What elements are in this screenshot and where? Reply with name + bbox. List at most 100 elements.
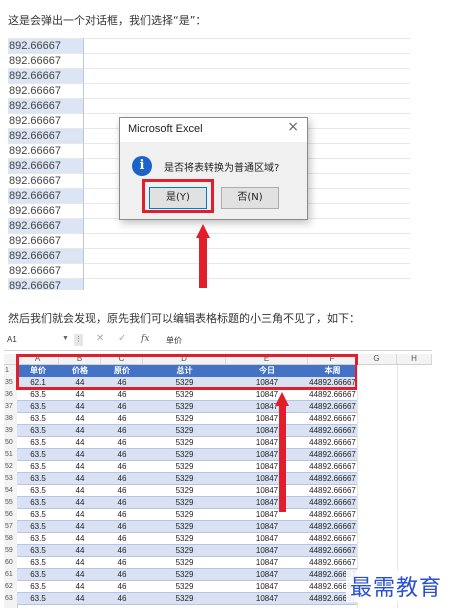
row-header[interactable]: 55 [4,497,17,509]
table-cell[interactable]: 63.5 [17,581,59,592]
table-cell[interactable]: 5329 [143,461,226,472]
row-header[interactable]: 38 [4,413,17,425]
table-row[interactable]: 63.5 44 46 5329 10847 44892.66667 [17,581,357,593]
table-row[interactable]: 63.5 44 46 5329 10847 44892.66667 [17,509,357,521]
table-cell[interactable]: 10847 [226,425,308,436]
column-header-h[interactable]: H [397,354,432,364]
table-cell[interactable]: 63.5 [17,533,59,544]
table-row[interactable]: 63.5 44 46 5329 10847 44892.66667 [17,557,357,569]
table-cell[interactable]: 44892.66667 [308,521,357,532]
table-cell[interactable]: 10847 [226,461,308,472]
table-cell[interactable]: 44 [59,497,101,508]
row-header[interactable]: 52 [4,461,17,473]
table-cell[interactable]: 46 [101,413,143,424]
table-cell[interactable]: 46 [101,593,143,604]
table-cell[interactable]: 46 [101,449,143,460]
table-cell[interactable]: 46 [101,437,143,448]
table-cell[interactable]: 5329 [143,497,226,508]
row-header[interactable]: 37 [4,401,17,413]
table-row[interactable]: 63.5 44 46 5329 10847 44892.66667 [17,389,357,401]
table-cell[interactable]: 10847 [226,569,308,580]
table-cell[interactable]: 10847 [226,521,308,532]
table-row[interactable]: 63.5 44 46 5329 10847 44892.66667 [17,497,357,509]
table-cell[interactable]: 10847 [226,533,308,544]
table-cell[interactable]: 5329 [143,401,226,412]
table-cell[interactable]: 63.5 [17,521,59,532]
table-cell[interactable]: 44892.66667 [308,461,357,472]
table-cell[interactable]: 10847 [226,509,308,520]
table-cell[interactable]: 44 [59,533,101,544]
table-cell[interactable]: 44 [59,449,101,460]
table-cell[interactable]: 63.5 [17,437,59,448]
table-row[interactable]: 63.5 44 46 5329 10847 44892.66667 [17,593,357,605]
table-cell[interactable]: 10847 [226,581,308,592]
table-cell[interactable]: 44892.66667 [308,413,357,424]
row-header[interactable]: 36 [4,389,17,401]
row-header[interactable]: 63 [4,593,17,605]
table-cell[interactable]: 63.5 [17,485,59,496]
table-cell[interactable]: 5329 [143,437,226,448]
no-button[interactable]: 否(N) [221,187,279,209]
table-cell[interactable]: 44892.66667 [308,545,357,556]
table-cell[interactable]: 44892.66667 [308,449,357,460]
table-cell[interactable]: 44 [59,461,101,472]
table-cell[interactable]: 46 [101,497,143,508]
table-cell[interactable]: 44892.66667 [308,401,357,412]
table-cell[interactable]: 44 [59,521,101,532]
table-row[interactable]: 63.5 44 46 5329 10847 44892.66667 [17,425,357,437]
table-cell[interactable]: 46 [101,581,143,592]
table-cell[interactable]: 5329 [143,449,226,460]
table-cell[interactable]: 63.5 [17,497,59,508]
table-row[interactable]: 63.5 44 46 5329 10847 44892.66667 [17,437,357,449]
cancel-icon[interactable]: ✕ [96,333,104,344]
row-header[interactable]: 57 [4,521,17,533]
table-cell[interactable]: 44892.66667 [308,509,357,520]
table-cell[interactable]: 44 [59,389,101,400]
table-cell[interactable]: 46 [101,461,143,472]
table-cell[interactable]: 63.5 [17,509,59,520]
close-icon[interactable]: × [287,119,299,135]
table-cell[interactable]: 44 [59,545,101,556]
table-cell[interactable]: 44 [59,401,101,412]
row-header[interactable]: 56 [4,509,17,521]
table-cell[interactable]: 63.5 [17,557,59,568]
table-cell[interactable]: 63.5 [17,425,59,436]
row-header[interactable]: 51 [4,449,17,461]
column-header-g[interactable]: G [357,354,397,364]
table-cell[interactable]: 44 [59,593,101,604]
row-header[interactable]: 61 [4,569,17,581]
table-cell[interactable]: 44892.66667 [308,557,357,568]
table-cell[interactable]: 44 [59,557,101,568]
table-cell[interactable]: 63.5 [17,449,59,460]
chevron-down-icon[interactable]: ▼ [62,335,69,342]
formula-input[interactable]: 单价 [166,335,182,346]
table-cell[interactable]: 5329 [143,509,226,520]
table-cell[interactable]: 44 [59,485,101,496]
table-cell[interactable]: 10847 [226,545,308,556]
table-cell[interactable]: 46 [101,473,143,484]
table-cell[interactable]: 5329 [143,569,226,580]
table-cell[interactable]: 44892.66667 [308,533,357,544]
table-cell[interactable]: 46 [101,533,143,544]
table-cell[interactable]: 44892.66667 [308,485,357,496]
table-cell[interactable]: 44892.66667 [308,389,357,400]
table-cell[interactable]: 10847 [226,413,308,424]
table-row[interactable]: 63.5 44 46 5329 10847 44892.66667 [17,449,357,461]
table-cell[interactable]: 5329 [143,485,226,496]
table-cell[interactable]: 10847 [226,593,308,604]
row-header[interactable]: 60 [4,557,17,569]
table-cell[interactable]: 5329 [143,521,226,532]
table-cell[interactable]: 63.5 [17,389,59,400]
table-cell[interactable]: 5329 [143,545,226,556]
table-cell[interactable]: 63.5 [17,545,59,556]
row-header[interactable]: 50 [4,437,17,449]
table-cell[interactable]: 46 [101,389,143,400]
table-cell[interactable]: 10847 [226,389,308,400]
table-cell[interactable]: 5329 [143,425,226,436]
table-cell[interactable]: 10847 [226,437,308,448]
table-cell[interactable]: 5329 [143,473,226,484]
table-cell[interactable]: 5329 [143,389,226,400]
table-cell[interactable]: 63.5 [17,401,59,412]
table-cell[interactable]: 63.5 [17,413,59,424]
table-row[interactable]: 63.5 44 46 5329 10847 44892.66667 [17,521,357,533]
